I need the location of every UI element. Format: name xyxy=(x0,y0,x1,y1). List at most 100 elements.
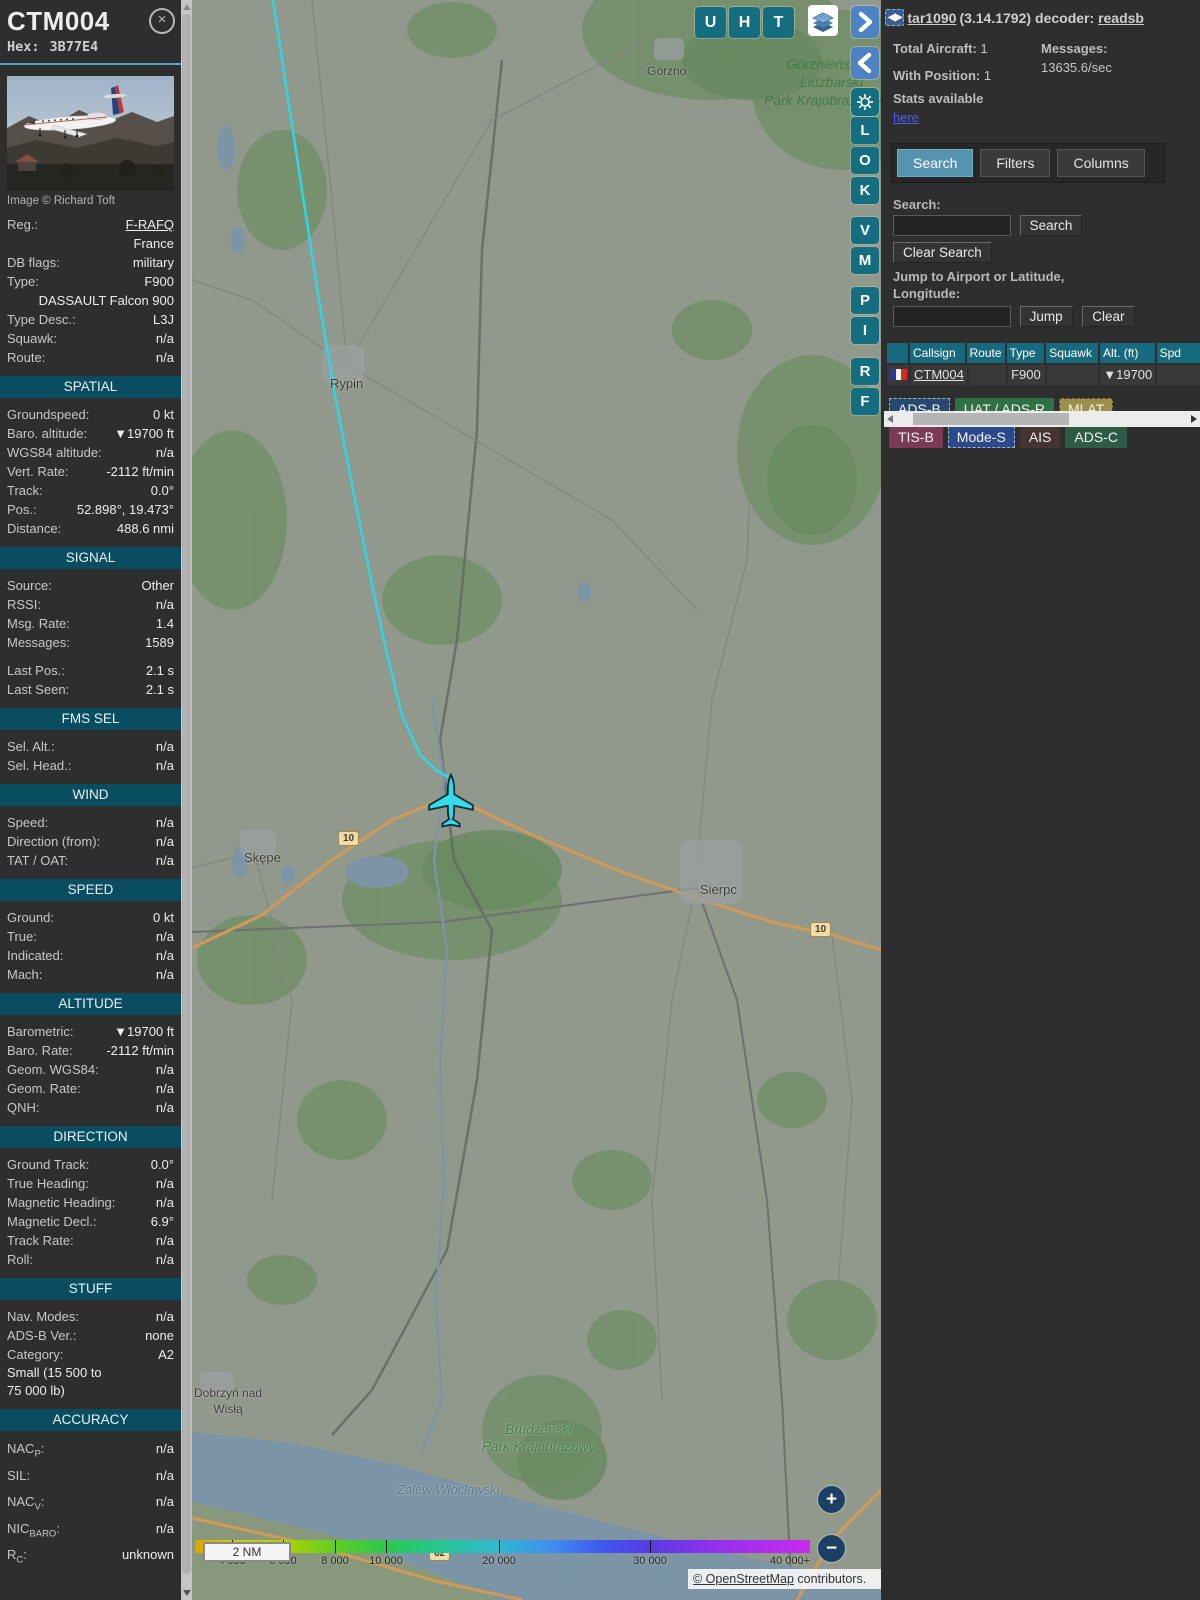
column-header-callsign[interactable]: Callsign xyxy=(909,342,965,363)
section-header-direction: DIRECTION xyxy=(0,1126,181,1148)
stats-here-link[interactable]: here xyxy=(893,110,919,125)
column-header-squawk[interactable]: Squawk xyxy=(1046,342,1099,363)
field-value: n/a xyxy=(155,815,174,830)
selected-callsign: CTM004 xyxy=(7,6,110,36)
tar1090-link[interactable]: tar1090 xyxy=(907,10,956,26)
column-header-route[interactable]: Route xyxy=(966,342,1005,363)
field-label: Last Seen: xyxy=(7,682,70,697)
map-hotkey-button[interactable]: F xyxy=(851,388,879,415)
map-hotkey-button[interactable]: R xyxy=(851,358,879,385)
field-value: n/a xyxy=(155,597,174,612)
jump-button[interactable]: Jump xyxy=(1019,305,1073,327)
town-label-rypin: Rypin xyxy=(330,376,364,391)
field-value: 0 kt xyxy=(153,407,174,422)
hex-value: 3B77E4 xyxy=(49,39,99,55)
filter-ais[interactable]: AIS xyxy=(1019,425,1061,448)
map-scale: 2 NM xyxy=(203,1542,291,1562)
readsb-link[interactable]: readsb xyxy=(1098,10,1144,26)
map-toggle-button[interactable]: T xyxy=(763,7,794,38)
wind-section: Speed: n/a Direction (from): n/a TAT / O… xyxy=(0,813,181,870)
column-header-spd[interactable]: Spd xyxy=(1156,342,1200,363)
map-hotkey-button[interactable]: K xyxy=(851,177,879,204)
scroll-up-icon[interactable] xyxy=(183,4,191,10)
scroll-left-icon[interactable] xyxy=(887,415,893,423)
collapse-left-button[interactable] xyxy=(851,47,879,79)
field-value: F900 xyxy=(144,274,174,289)
scroll-right-icon[interactable] xyxy=(1191,415,1197,423)
data-row: Ground Track: 0.0° xyxy=(0,1155,181,1174)
data-row: Mach: n/a xyxy=(0,965,181,984)
map-hotkey-button[interactable]: V xyxy=(851,217,879,244)
filter-modes[interactable]: Mode-S xyxy=(947,425,1015,448)
column-header-type[interactable]: Type xyxy=(1006,342,1045,363)
map-hotkey-button[interactable]: M xyxy=(851,247,879,274)
panel-collapse-icon[interactable]: ◀▶ xyxy=(885,9,905,26)
map-toggle-button[interactable]: U xyxy=(695,7,726,38)
field-value: n/a xyxy=(155,853,174,868)
scrollbar-thumb[interactable] xyxy=(913,413,1069,425)
table-row[interactable]: CTM004 F900 ▼19700 xyxy=(887,364,1200,385)
search-button[interactable]: Search xyxy=(1019,215,1083,237)
tab-search[interactable]: Search xyxy=(897,149,974,178)
scrollbar-thumb[interactable] xyxy=(182,14,191,1574)
data-row: Type: F900 xyxy=(0,272,181,291)
with-position-value: 1 xyxy=(983,67,992,83)
direction-section: Ground Track: 0.0° True Heading: n/a Mag… xyxy=(0,1155,181,1269)
field-label: Mach: xyxy=(7,967,43,982)
filter-adsc[interactable]: ADS-C xyxy=(1065,425,1127,448)
data-row: Roll: n/a xyxy=(0,1250,181,1269)
close-icon[interactable]: × xyxy=(149,8,175,34)
layers-button[interactable] xyxy=(808,5,838,36)
jump-input[interactable] xyxy=(893,305,1011,327)
map-hotkey-button[interactable]: L xyxy=(851,117,879,144)
field-label: Barometric: xyxy=(7,1024,74,1039)
search-input[interactable] xyxy=(893,215,1011,237)
with-position-label: With Position: xyxy=(893,67,981,83)
field-label: Track: xyxy=(7,483,43,498)
tab-filters[interactable]: Filters xyxy=(980,149,1051,178)
row-callsign[interactable]: CTM004 xyxy=(911,364,967,385)
left-panel-scrollbar[interactable] xyxy=(181,0,192,1600)
road-badge-10: 10 xyxy=(338,831,360,846)
column-header-flag[interactable] xyxy=(887,342,908,363)
map-canvas[interactable]: Górzno Górznieńsko- Lidzbarski Park Kraj… xyxy=(192,0,881,1600)
zoom-out-button[interactable]: − xyxy=(818,1535,845,1562)
data-row: Track: 0.0° xyxy=(0,481,181,500)
stats-block: Total Aircraft: 1 With Position: 1 Stats… xyxy=(881,26,1200,127)
column-header-alt[interactable]: Alt. (ft) xyxy=(1100,342,1155,363)
data-row: Type Desc.: L3J xyxy=(0,310,181,329)
expand-right-button[interactable] xyxy=(851,6,879,38)
messages-value: 13635.6/sec xyxy=(1041,59,1112,75)
field-value: n/a xyxy=(155,1441,174,1456)
osm-link[interactable]: © OpenStreetMap xyxy=(693,1572,794,1586)
field-label: Ground Track: xyxy=(7,1157,90,1172)
map-hotkey-button[interactable]: P xyxy=(851,287,879,314)
field-label: Squawk: xyxy=(7,331,57,346)
field-value: 0.0° xyxy=(150,1157,174,1172)
data-row: Magnetic Decl.: 6.9° xyxy=(0,1212,181,1231)
data-row: Baro. Rate: -2112 ft/min xyxy=(0,1041,181,1060)
zoom-in-button[interactable]: + xyxy=(818,1486,845,1513)
filter-tisb[interactable]: TIS-B xyxy=(889,425,943,448)
table-horizontal-scrollbar[interactable] xyxy=(884,411,1200,427)
aircraft-photo[interactable] xyxy=(0,65,181,191)
map-hotkey-button[interactable]: O xyxy=(851,147,879,174)
row-route xyxy=(968,364,1007,385)
field-value: n/a xyxy=(155,1467,174,1483)
map-hotkey-button[interactable]: I xyxy=(851,317,879,344)
field-value: 2.1 s xyxy=(145,663,174,678)
settings-button[interactable] xyxy=(851,88,879,116)
row-squawk xyxy=(1047,364,1099,385)
tab-columns[interactable]: Columns xyxy=(1057,149,1145,178)
table-header-row: Callsign Route Type Squawk Alt. (ft) Spd xyxy=(887,342,1200,363)
panel-toggle-buttons xyxy=(851,6,879,125)
scroll-down-icon[interactable] xyxy=(183,1590,191,1596)
field-value: n/a xyxy=(155,350,174,365)
data-row: Ground: 0 kt xyxy=(0,908,181,927)
map-toggle-button[interactable]: H xyxy=(729,7,760,38)
legend-tick-label: 40 000+ xyxy=(769,1555,811,1567)
jump-clear-button[interactable]: Clear xyxy=(1082,305,1135,327)
field-label: NACP: xyxy=(7,1441,45,1460)
town-label-sierpc: Sierpc xyxy=(700,882,737,897)
clear-search-button[interactable]: Clear Search xyxy=(893,242,992,264)
